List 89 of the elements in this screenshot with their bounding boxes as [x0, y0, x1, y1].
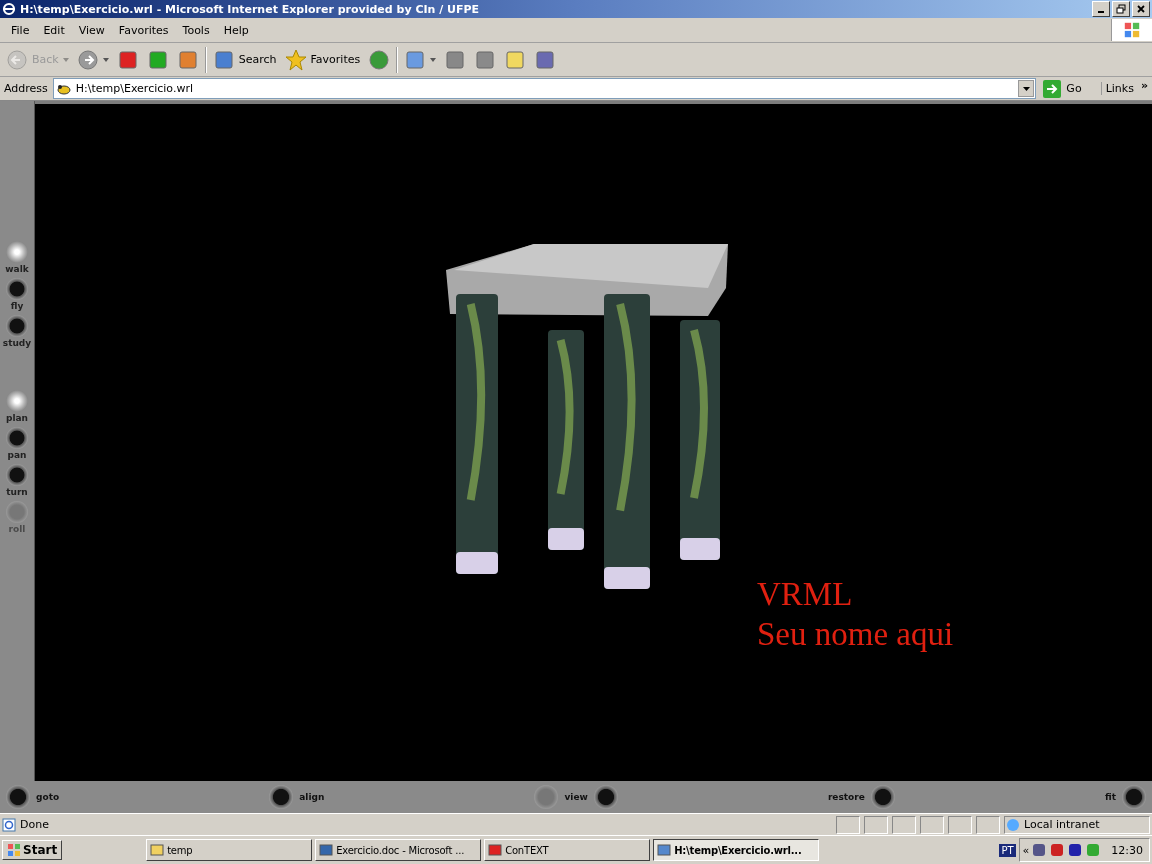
toolbar-icon — [504, 48, 527, 71]
nav-mode-button[interactable] — [6, 278, 28, 300]
toolbar-icon — [404, 48, 427, 71]
toolbar-icon — [6, 48, 28, 71]
nav-mode-label: plan — [6, 413, 28, 423]
expand-tray-button[interactable]: « — [1022, 843, 1030, 857]
caret-icon[interactable] — [430, 57, 437, 62]
nav-mode-label: walk — [5, 264, 29, 274]
scene-text: Seu nome aqui — [757, 615, 954, 654]
app-icon — [657, 843, 672, 857]
toolbar-icon — [284, 48, 307, 71]
windows-logo-icon — [7, 843, 21, 857]
nav-mode-button[interactable] — [6, 390, 28, 412]
toolbar-icon — [534, 48, 557, 71]
toolbar-button[interactable]: Favorites — [282, 45, 363, 74]
toolbar-icon — [76, 48, 99, 71]
control-label: align — [299, 792, 325, 802]
tray-icon[interactable] — [1049, 842, 1066, 858]
address-label: Address — [3, 82, 49, 95]
status-text: Done — [20, 818, 49, 831]
nav-mode-label: fly — [10, 301, 24, 311]
go-button[interactable]: Go — [1039, 79, 1098, 98]
control-label: restore — [827, 792, 865, 802]
taskbar-button[interactable]: ConTEXT — [484, 839, 651, 861]
toolbar-icon — [368, 48, 391, 71]
toolbar-icon — [146, 48, 169, 71]
language-indicator[interactable]: PT — [999, 843, 1016, 857]
tray-icon[interactable] — [1067, 842, 1084, 858]
address-field[interactable]: H:\temp\Exercicio.wrl — [52, 78, 1037, 99]
toolbar-icon — [474, 48, 497, 71]
nav-mode-button[interactable] — [6, 315, 28, 337]
close-icon — [1136, 4, 1146, 14]
clock: 12:30 — [1111, 843, 1143, 857]
nav-mode-button[interactable] — [6, 464, 28, 486]
app-icon — [319, 843, 334, 857]
status-pane — [920, 815, 944, 834]
chevron-button[interactable]: » — [1136, 79, 1150, 98]
app-icon — [150, 843, 165, 857]
status-pane — [892, 815, 916, 834]
status-pane — [948, 815, 972, 834]
minimize-button[interactable] — [1092, 1, 1110, 17]
toolbar-icon — [444, 48, 467, 71]
scene-text: VRML — [757, 575, 854, 614]
nav-mode-label: pan — [7, 450, 27, 460]
caret-icon[interactable] — [102, 57, 109, 62]
control-label: fit — [1104, 792, 1116, 802]
minimize-icon — [1098, 11, 1104, 13]
toolbar-icon — [212, 48, 235, 71]
menu-item[interactable]: Edit — [36, 23, 72, 37]
nav-mode-button[interactable] — [6, 427, 28, 449]
toolbar-icon — [176, 48, 199, 71]
restore-button[interactable] — [1112, 1, 1130, 17]
tray-icon[interactable] — [1031, 842, 1048, 858]
links-button[interactable]: Links — [1100, 82, 1134, 95]
browser-logo-icon — [2, 2, 16, 16]
control-button[interactable] — [870, 785, 895, 809]
taskbar-button[interactable]: temp — [146, 839, 313, 861]
control-button[interactable] — [269, 785, 294, 809]
menu-item[interactable]: File — [4, 23, 37, 37]
menu-item[interactable]: Help — [216, 23, 256, 37]
control-label: goto — [36, 792, 60, 802]
nav-mode-button[interactable] — [6, 241, 28, 263]
control-label: view — [564, 792, 588, 802]
dropdown-button[interactable] — [1018, 80, 1035, 97]
control-button[interactable] — [6, 785, 30, 809]
nav-mode-label: roll — [8, 524, 26, 534]
nav-mode-label: study — [2, 338, 32, 348]
menu-item[interactable]: Tools — [175, 23, 217, 37]
control-button[interactable] — [593, 785, 618, 809]
network-icon — [1005, 817, 1021, 832]
zone-text: Local intranet — [1024, 818, 1100, 831]
taskbar-button[interactable]: Exercicio.doc - Microsoft ... — [315, 839, 482, 861]
status-pane — [976, 815, 1000, 834]
restore-icon — [1116, 4, 1126, 14]
menu-item[interactable]: Favorites — [111, 23, 176, 37]
close-button[interactable] — [1132, 1, 1150, 17]
nav-mode-label: turn — [6, 487, 28, 497]
menu-item[interactable]: View — [71, 23, 112, 37]
status-pane — [836, 815, 860, 834]
taskbar-button[interactable]: H:\temp\Exercicio.wrl... — [653, 839, 820, 861]
caret-icon — [1022, 86, 1030, 91]
status-pane — [864, 815, 888, 834]
window-title: H:\temp\Exercicio.wrl - Microsoft Internet Explorer provided by CIn / UFPE — [20, 2, 481, 16]
page-icon — [2, 817, 16, 832]
control-button[interactable] — [1121, 785, 1146, 809]
toolbar-button[interactable]: Search — [210, 45, 279, 74]
start-button[interactable]: Start — [2, 840, 63, 860]
app-icon — [488, 843, 503, 857]
toolbar-icon — [116, 48, 139, 71]
